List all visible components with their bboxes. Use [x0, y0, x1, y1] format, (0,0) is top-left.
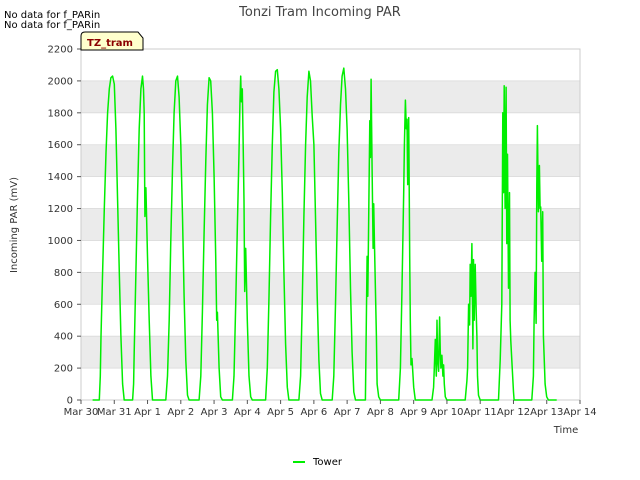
x-tick-label: Apr 14 [563, 407, 596, 418]
x-tick-label: Apr 5 [267, 407, 294, 418]
y-tick-label: 1800 [48, 108, 73, 119]
site-badge-label: TZ_tram [87, 38, 133, 49]
y-tick-label: 2200 [48, 45, 73, 56]
x-tick-label: Apr 4 [234, 407, 261, 418]
site-badge: TZ_tram [80, 31, 144, 51]
y-axis-label: Incoming PAR (mV) [9, 177, 20, 273]
legend: Tower [293, 457, 343, 468]
y-tick-label: 0 [67, 396, 73, 407]
x-tick-label: Apr 3 [201, 407, 228, 418]
y-tick-label: 1400 [48, 172, 73, 183]
grid-band [81, 80, 580, 113]
x-tick-label: Mar 30 [64, 407, 99, 418]
x-tick-label: Apr 13 [530, 407, 563, 418]
x-tick-label: Apr 8 [367, 407, 394, 418]
x-tick-label: Apr 11 [464, 407, 497, 418]
grid-band [81, 336, 580, 369]
y-tick-label: 1000 [48, 236, 73, 247]
y-tick-label: 400 [54, 332, 73, 343]
x-axis-ticks: Mar 30Mar 31 Apr 1 Apr 2 Apr 3 Apr 4 Apr 5 Apr… [64, 400, 597, 418]
chart-title: Tonzi Tram Incoming PAR [238, 5, 401, 20]
x-tick-label: Apr 9 [400, 407, 427, 418]
no-data-note-2: No data for f_PARin [4, 20, 100, 31]
grid-band [81, 272, 580, 305]
y-tick-label: 1600 [48, 140, 73, 151]
y-tick-label: 1200 [48, 204, 73, 215]
y-tick-label: 800 [54, 268, 73, 279]
x-tick-label: Apr 6 [300, 407, 327, 418]
legend-label-tower: Tower [312, 457, 343, 468]
x-tick-label: Apr 10 [430, 407, 463, 418]
y-tick-label: 600 [54, 300, 73, 311]
y-axis-ticks: 0 200 400 600 800 1000 1200 1400 1600 1800 2000 220… [48, 45, 81, 407]
y-tick-label: 2000 [48, 76, 73, 87]
chart: 0 200 400 600 800 1000 1200 1400 1600 1800 2000 220… [4, 5, 597, 468]
x-tick-label: Apr 7 [334, 407, 361, 418]
x-axis-label: Time [553, 425, 578, 436]
y-tick-label: 200 [54, 364, 73, 375]
x-tick-label: Apr 2 [167, 407, 194, 418]
x-tick-label: Apr 1 [134, 407, 161, 418]
x-tick-label: Mar 31 [97, 407, 132, 418]
grid-band [81, 208, 580, 241]
x-tick-label: Apr 12 [497, 407, 530, 418]
